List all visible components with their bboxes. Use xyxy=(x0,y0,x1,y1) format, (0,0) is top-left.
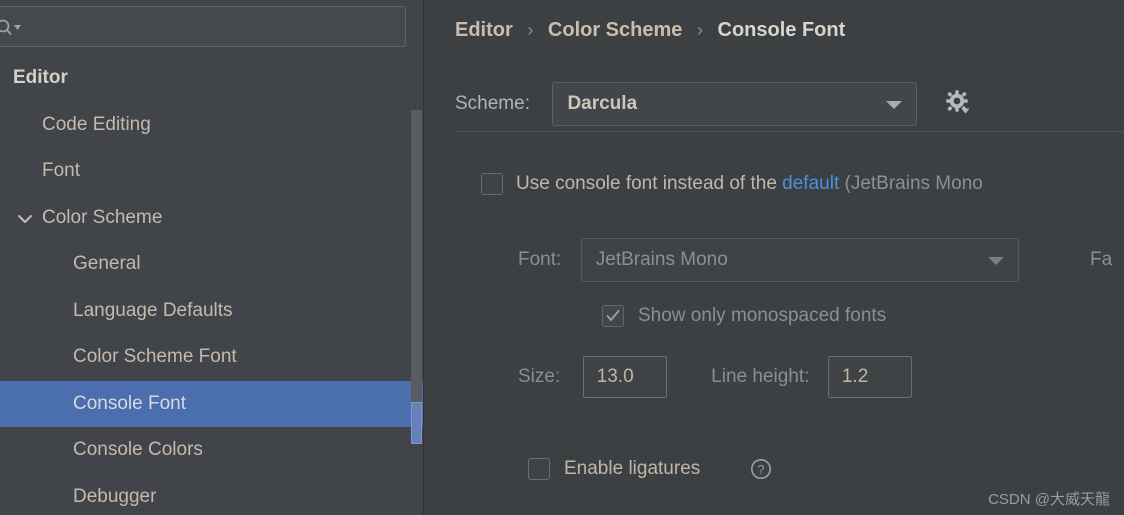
sidebar-item-label: Editor xyxy=(13,67,68,88)
font-row: Font: JetBrains Mono xyxy=(518,238,1019,282)
line-height-value: 1.2 xyxy=(841,366,869,387)
use-console-font-label[interactable]: Use console font instead of the default … xyxy=(516,170,983,198)
sidebar-item-color-scheme-font[interactable]: Color Scheme Font xyxy=(0,334,423,381)
settings-content-panel: Editor › Color Scheme › Console Font Sch… xyxy=(424,0,1124,515)
sidebar-item-language-defaults[interactable]: Language Defaults xyxy=(0,288,423,335)
svg-text:?: ? xyxy=(757,462,764,477)
section-divider xyxy=(455,131,1124,132)
enable-ligatures-label[interactable]: Enable ligatures xyxy=(564,455,700,483)
watermark: CSDN @大威天龍 xyxy=(988,491,1110,508)
line-height-label: Line height: xyxy=(711,366,810,387)
chevron-down-icon[interactable] xyxy=(16,195,34,242)
search-input[interactable] xyxy=(27,7,397,46)
sidebar-item-label: Code Editing xyxy=(42,113,151,135)
chevron-down-icon xyxy=(987,257,1004,265)
use-console-font-text-before: Use console font instead of the xyxy=(516,173,777,194)
font-value: JetBrains Mono xyxy=(595,249,728,270)
breadcrumb-separator: › xyxy=(527,20,534,40)
sidebar-item-console-colors[interactable]: Console Colors xyxy=(0,427,423,474)
chevron-down-icon xyxy=(886,101,903,109)
scheme-row: Scheme: Darcula xyxy=(455,82,984,126)
sidebar-scrollbar-thumb-highlight[interactable] xyxy=(411,402,422,444)
font-label: Font: xyxy=(518,249,562,270)
sidebar-item-label: Font xyxy=(42,160,81,181)
scheme-dropdown[interactable]: Darcula xyxy=(552,82,918,126)
size-label: Size: xyxy=(518,366,561,387)
default-font-name: (JetBrains Mono xyxy=(844,173,983,194)
sidebar-item-label: Console Font xyxy=(73,392,187,414)
sidebar-item-label: Language Defaults xyxy=(73,299,233,321)
sidebar-item-label: Color Scheme Font xyxy=(73,346,237,367)
show-monospaced-label[interactable]: Show only monospaced fonts xyxy=(638,303,886,329)
sidebar-item-label: Debugger xyxy=(73,485,157,507)
breadcrumb: Editor › Color Scheme › Console Font xyxy=(455,14,845,46)
size-input[interactable]: 13.0 xyxy=(582,356,667,398)
font-dropdown[interactable]: JetBrains Mono xyxy=(580,238,1019,282)
settings-sidebar: Editor Code Editing Font Color Scheme Ge… xyxy=(0,0,423,515)
sidebar-item-label: Console Colors xyxy=(73,439,203,460)
sidebar-item-font[interactable]: Font xyxy=(0,148,423,195)
fallback-font-label: Fa xyxy=(1090,249,1113,270)
sidebar-item-code-editing[interactable]: Code Editing xyxy=(0,102,423,149)
breadcrumb-separator: › xyxy=(696,20,703,40)
use-console-font-checkbox[interactable] xyxy=(481,173,503,195)
breadcrumb-item-editor[interactable]: Editor xyxy=(455,19,513,41)
sidebar-item-console-font[interactable]: Console Font xyxy=(0,380,423,427)
breadcrumb-item-color-scheme[interactable]: Color Scheme xyxy=(548,19,682,41)
scheme-value: Darcula xyxy=(567,93,638,114)
settings-tree: Editor Code Editing Font Color Scheme Ge… xyxy=(0,55,423,515)
breadcrumb-item-console-font: Console Font xyxy=(717,19,846,41)
sidebar-scrollbar[interactable] xyxy=(409,0,423,515)
sidebar-item-color-scheme[interactable]: Color Scheme xyxy=(0,195,423,242)
sidebar-item-editor[interactable]: Editor xyxy=(0,55,423,102)
scheme-label: Scheme: xyxy=(455,93,530,114)
size-row: Size: 13.0 Line height: 1.2 xyxy=(518,356,912,398)
show-monospaced-checkbox[interactable] xyxy=(602,305,624,327)
line-height-input[interactable]: 1.2 xyxy=(827,356,912,398)
sidebar-scrollbar-thumb[interactable] xyxy=(411,110,422,402)
enable-ligatures-checkbox[interactable] xyxy=(528,458,550,480)
default-font-link[interactable]: default xyxy=(782,173,839,194)
search-icon[interactable] xyxy=(0,17,23,39)
sidebar-item-general[interactable]: General xyxy=(0,241,423,288)
sidebar-item-label: Color Scheme xyxy=(42,206,163,228)
size-value: 13.0 xyxy=(596,366,634,387)
scheme-settings-button[interactable] xyxy=(944,82,984,126)
question-mark-icon[interactable]: ? xyxy=(750,458,772,480)
settings-dialog: Editor Code Editing Font Color Scheme Ge… xyxy=(0,0,1124,515)
sidebar-item-debugger[interactable]: Debugger xyxy=(0,474,423,515)
search-box[interactable] xyxy=(0,6,406,47)
sidebar-item-label: General xyxy=(73,253,141,274)
